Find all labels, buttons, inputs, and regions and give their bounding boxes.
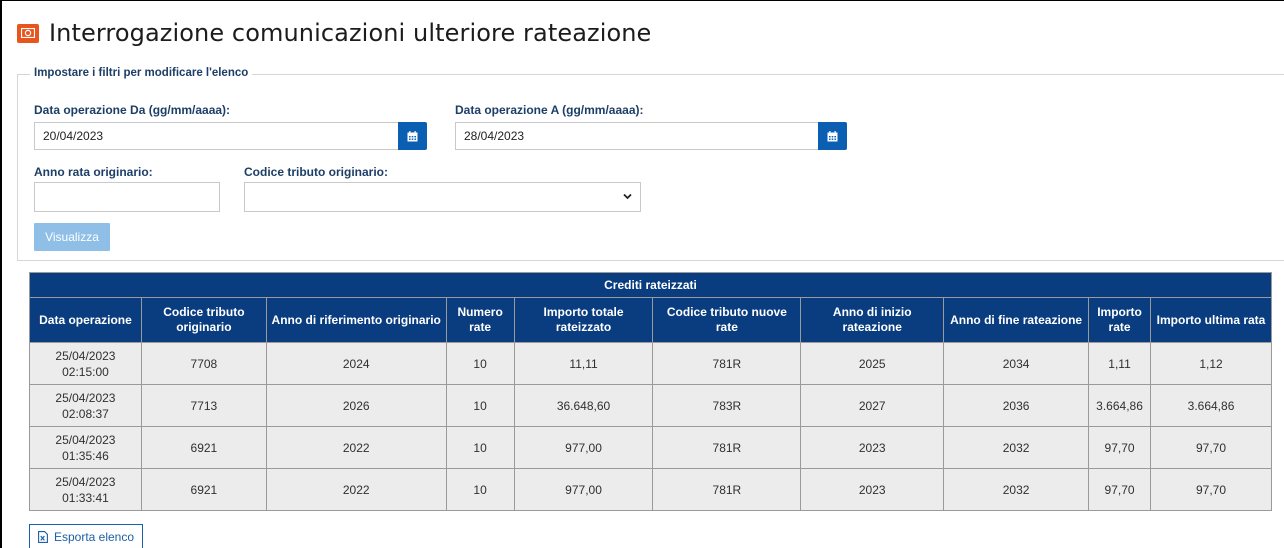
table-cell: 2025 [800,342,945,385]
table-row: 25/04/2023 01:35:46 6921 2022 10 977,00 … [29,426,1272,469]
table-cell: 2036 [943,384,1090,427]
column-header[interactable]: Importo rate [1088,297,1152,343]
table-cell: 7708 [140,342,267,385]
table-cell: 7713 [140,384,267,427]
table-cell: 97,70 [1150,426,1272,469]
table-cell: 97,70 [1088,468,1152,511]
table-cell: 1,12 [1150,342,1272,385]
calendar-icon [827,130,838,141]
column-header[interactable]: Numero rate [445,297,515,343]
table-cell: 781R [652,426,802,469]
page-title: Interrogazione comunicazioni ulteriore r… [49,19,652,47]
table-cell: 11,11 [513,342,654,385]
column-header[interactable]: Anno di inizio rateazione [800,297,945,343]
esporta-elenco-label: Esporta elenco [53,529,135,544]
table-cell: 2032 [943,426,1090,469]
table-cell: 2023 [800,426,945,469]
date-from-input[interactable]: 20/04/2023 [34,122,399,150]
table-cell: 977,00 [513,426,654,469]
table-row: 25/04/2023 02:08:37 7713 2026 10 36.648,… [29,384,1272,427]
date-to-label: Data operazione A (gg/mm/aaaa): [455,103,644,117]
table-cell: 2032 [943,468,1090,511]
table-cell: 36.648,60 [513,384,654,427]
table-cell: 3.664,86 [1088,384,1152,427]
page-header: Interrogazione comunicazioni ulteriore r… [17,18,651,48]
date-from-calendar-button[interactable] [398,122,427,150]
date-to-input[interactable]: 28/04/2023 [455,122,819,150]
column-header[interactable]: Importo ultima rata [1150,297,1272,343]
table-cell: 3.664,86 [1150,384,1272,427]
column-header[interactable]: Data operazione [29,297,142,343]
table-cell: 2022 [265,468,447,511]
visualizza-button[interactable]: Visualizza [34,223,110,251]
table-cell: 2023 [800,468,945,511]
table-cell: 2027 [800,384,945,427]
table-cell: 25/04/2023 02:15:00 [29,342,142,385]
column-header[interactable]: Anno di fine rateazione [943,297,1090,343]
table-cell: 783R [652,384,802,427]
column-header[interactable]: Codice tributo nuove rate [652,297,802,343]
column-header[interactable]: Anno di riferimento originario [265,297,447,343]
table-cell: 781R [652,342,802,385]
table-cell: 97,70 [1150,468,1272,511]
esporta-elenco-button[interactable]: Esporta elenco [29,524,143,548]
codice-tributo-select[interactable] [244,182,641,212]
anno-rata-label: Anno rata originario: [34,165,153,179]
table-cell: 97,70 [1088,426,1152,469]
table-cell: 25/04/2023 01:33:41 [29,468,142,511]
column-header[interactable]: Codice tributo originario [140,297,267,343]
crediti-table: Crediti rateizzati Data operazione Codic… [29,272,1272,511]
table-row: 25/04/2023 01:33:41 6921 2022 10 977,00 … [29,468,1272,511]
table-cell: 10 [445,342,515,385]
table-cell: 2022 [265,426,447,469]
table-cell: 6921 [140,468,267,511]
table-cell: 25/04/2023 01:35:46 [29,426,142,469]
calendar-icon [407,130,418,141]
column-header[interactable]: Importo totale rateizzato [513,297,654,343]
date-to-calendar-button[interactable] [818,122,847,150]
filters-legend: Impostare i filtri per modificare l'elen… [30,67,253,79]
table-header-row: Data operazione Codice tributo originari… [29,297,1272,343]
table-cell: 10 [445,468,515,511]
chevron-down-icon [623,193,632,200]
excel-file-icon [38,530,48,543]
table-caption: Crediti rateizzati [29,272,1272,298]
table-cell: 1,11 [1088,342,1152,385]
filters-panel: Impostare i filtri per modificare l'elen… [17,67,1284,261]
date-from-label: Data operazione Da (gg/mm/aaaa): [34,103,231,117]
table-cell: 977,00 [513,468,654,511]
table-cell: 781R [652,468,802,511]
table-cell: 10 [445,426,515,469]
table-cell: 2034 [943,342,1090,385]
money-icon [17,23,39,43]
table-row: 25/04/2023 02:15:00 7708 2024 10 11,11 7… [29,342,1272,385]
table-cell: 10 [445,384,515,427]
table-cell: 2024 [265,342,447,385]
codice-tributo-label: Codice tributo originario: [244,165,388,179]
table-cell: 6921 [140,426,267,469]
anno-rata-input[interactable] [34,182,220,212]
table-cell: 25/04/2023 02:08:37 [29,384,142,427]
table-cell: 2026 [265,384,447,427]
